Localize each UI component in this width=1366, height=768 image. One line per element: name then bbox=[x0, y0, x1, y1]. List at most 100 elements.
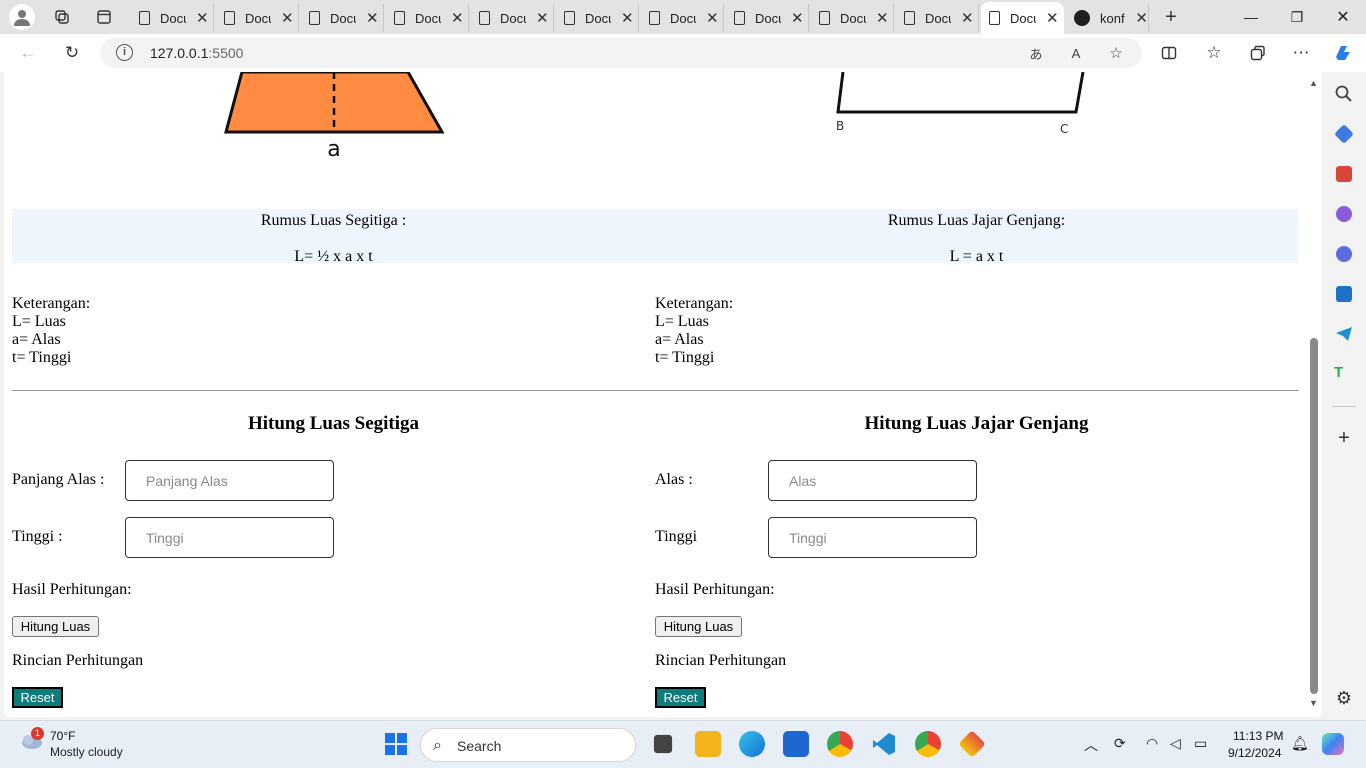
copilot-taskbar-icon[interactable] bbox=[1322, 733, 1344, 755]
browser-tab[interactable]: konf ✕ bbox=[1066, 4, 1149, 32]
info-icon[interactable]: i bbox=[116, 44, 133, 61]
scroll-up-arrow-icon[interactable]: ▲ bbox=[1309, 78, 1318, 88]
legend-tinggi: t= Tinggi bbox=[12, 349, 72, 366]
close-icon[interactable]: ✕ bbox=[876, 9, 889, 27]
profile-icon[interactable] bbox=[9, 4, 35, 30]
vertex-b-label: B bbox=[836, 119, 844, 133]
refresh-icon[interactable]: ↻ bbox=[61, 42, 83, 64]
browser-tab[interactable]: Document ✕ bbox=[556, 4, 639, 32]
url-box[interactable]: i 127.0.0.1:5500 あ A ☆ bbox=[100, 38, 1142, 68]
sync-icon[interactable]: ⟳ bbox=[1114, 735, 1126, 752]
document-icon bbox=[989, 11, 1000, 25]
chrome-icon[interactable] bbox=[827, 731, 853, 757]
triangle-alas-input[interactable] bbox=[125, 460, 334, 501]
result-label: Hasil Perhitungan: bbox=[655, 581, 775, 598]
close-icon[interactable]: ✕ bbox=[196, 9, 209, 27]
favorites-icon[interactable]: ☆ bbox=[1203, 42, 1225, 64]
weather-desc[interactable]: Mostly cloudy bbox=[50, 745, 123, 759]
edge-browser-icon[interactable] bbox=[739, 731, 765, 757]
volume-icon[interactable]: ◁ bbox=[1170, 735, 1181, 752]
close-icon[interactable]: ✕ bbox=[791, 9, 804, 27]
document-icon bbox=[309, 11, 320, 25]
close-icon[interactable]: ✕ bbox=[1046, 9, 1059, 27]
start-windows-icon[interactable] bbox=[383, 731, 409, 757]
tab-label: Document bbox=[670, 10, 696, 26]
clock-date[interactable]: 9/12/2024 bbox=[1228, 746, 1281, 760]
tools-icon[interactable] bbox=[1336, 166, 1352, 182]
battery-icon[interactable]: ▭ bbox=[1194, 735, 1207, 752]
copilot-icon[interactable] bbox=[1332, 42, 1354, 64]
parallelogram-alas-input[interactable] bbox=[768, 460, 977, 501]
browser-tab[interactable]: Document ✕ bbox=[131, 4, 214, 32]
close-icon[interactable]: ✕ bbox=[1135, 9, 1148, 27]
close-icon[interactable]: ✕ bbox=[536, 9, 549, 27]
close-window-icon[interactable]: ✕ bbox=[1320, 4, 1366, 30]
close-icon[interactable]: ✕ bbox=[451, 9, 464, 27]
minimize-icon[interactable]: — bbox=[1228, 4, 1274, 30]
browser-tab[interactable]: Document ✕ bbox=[726, 4, 809, 32]
add-icon[interactable]: + bbox=[1334, 428, 1354, 448]
parallelogram-hitung-button[interactable]: Hitung Luas bbox=[655, 616, 742, 637]
translate-icon[interactable]: あ bbox=[1026, 43, 1046, 63]
back-icon[interactable]: ← bbox=[17, 42, 39, 64]
legend-title: Keterangan: bbox=[655, 295, 734, 312]
result-label: Hasil Perhitungan: bbox=[12, 581, 132, 598]
browser-tab[interactable]: Document ✕ bbox=[471, 4, 554, 32]
triangle-reset-button[interactable]: Reset bbox=[12, 687, 63, 708]
browser-tab[interactable]: Document ✕ bbox=[641, 4, 724, 32]
close-icon[interactable]: ✕ bbox=[706, 9, 719, 27]
triangle-hitung-button[interactable]: Hitung Luas bbox=[12, 616, 99, 637]
settings-gear-icon[interactable]: ⚙ bbox=[1334, 688, 1354, 708]
split-screen-icon[interactable] bbox=[1158, 42, 1180, 64]
workspaces-icon[interactable] bbox=[51, 6, 73, 28]
notification-bell-icon[interactable]: 🔔︎ bbox=[1291, 735, 1309, 752]
microsoft-store-icon[interactable] bbox=[783, 731, 809, 757]
chrome-profile-icon[interactable] bbox=[915, 731, 941, 757]
tab-label: Document bbox=[1010, 10, 1036, 26]
translate-extension-icon[interactable]: T bbox=[1334, 364, 1354, 384]
browser-tab[interactable]: Document ✕ bbox=[896, 4, 979, 32]
new-tab-icon[interactable]: + bbox=[1160, 6, 1182, 28]
document-icon bbox=[479, 11, 490, 25]
read-aloud-icon[interactable]: A bbox=[1066, 43, 1086, 63]
restore-icon[interactable]: ❐ bbox=[1274, 4, 1320, 30]
telegram-icon[interactable] bbox=[1334, 324, 1354, 344]
task-view-icon[interactable] bbox=[653, 734, 673, 754]
tab-label: Document bbox=[755, 10, 781, 26]
microsoft-365-icon[interactable] bbox=[1336, 246, 1352, 262]
tab-actions-icon[interactable] bbox=[93, 6, 115, 28]
close-icon[interactable]: ✕ bbox=[621, 9, 634, 27]
triangle-tinggi-input[interactable] bbox=[125, 517, 334, 558]
browser-tab[interactable]: Document ✕ bbox=[386, 4, 469, 32]
close-icon[interactable]: ✕ bbox=[281, 9, 294, 27]
parallelogram-tinggi-input[interactable] bbox=[768, 517, 977, 558]
collections-icon[interactable] bbox=[1247, 42, 1269, 64]
close-icon[interactable]: ✕ bbox=[961, 9, 974, 27]
scrollbar-thumb[interactable] bbox=[1310, 338, 1318, 694]
browser-tab-active[interactable]: Document ✕ bbox=[981, 2, 1064, 34]
show-hidden-icons-icon[interactable]: ︿ bbox=[1084, 735, 1098, 755]
weather-temp[interactable]: 70°F bbox=[50, 729, 75, 743]
taskbar-search[interactable]: ⌕ Search bbox=[420, 728, 636, 762]
edge-sidebar: T + ⚙ bbox=[1322, 72, 1366, 720]
scroll-down-arrow-icon[interactable]: ▼ bbox=[1309, 698, 1318, 708]
clock-time[interactable]: 11:13 PM bbox=[1233, 729, 1283, 743]
favorite-star-icon[interactable]: ☆ bbox=[1106, 43, 1126, 63]
browser-tab[interactable]: Document ✕ bbox=[301, 4, 384, 32]
file-explorer-icon[interactable] bbox=[695, 731, 721, 757]
games-icon[interactable] bbox=[1336, 206, 1352, 222]
app-icon[interactable] bbox=[958, 730, 986, 758]
browser-tab[interactable]: Document ✕ bbox=[216, 4, 299, 32]
url-text[interactable]: 127.0.0.1:5500 bbox=[150, 45, 243, 61]
more-menu-icon[interactable]: ⋯ bbox=[1290, 42, 1312, 64]
search-icon[interactable] bbox=[1334, 84, 1354, 104]
shopping-tag-icon[interactable] bbox=[1334, 124, 1354, 144]
vscode-icon[interactable] bbox=[871, 731, 897, 757]
parallelogram-reset-button[interactable]: Reset bbox=[655, 687, 706, 708]
page-scrollbar[interactable]: ▲ ▼ bbox=[1306, 72, 1322, 717]
outlook-icon[interactable] bbox=[1336, 286, 1352, 302]
wifi-icon[interactable]: ◠ bbox=[1146, 735, 1158, 752]
close-icon[interactable]: ✕ bbox=[366, 9, 379, 27]
tinggi-label: Tinggi bbox=[655, 528, 698, 545]
browser-tab[interactable]: Document ✕ bbox=[811, 4, 894, 32]
